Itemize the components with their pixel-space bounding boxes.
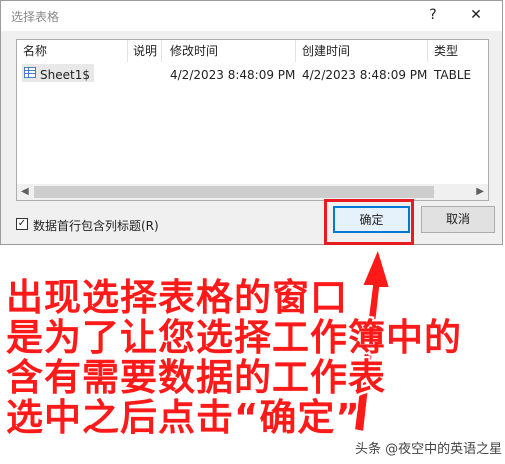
annotation-line-4: 选中之后点击“确定”: [6, 396, 361, 439]
annotation-line-3: 含有需要数据的工作表: [6, 356, 386, 399]
annotation-line-1: 出现选择表格的窗口: [6, 276, 348, 319]
watermark: 头条 @夜空中的英语之星: [355, 442, 503, 457]
annotation-line-2: 是为了让您选择工作簿中的: [6, 316, 462, 359]
